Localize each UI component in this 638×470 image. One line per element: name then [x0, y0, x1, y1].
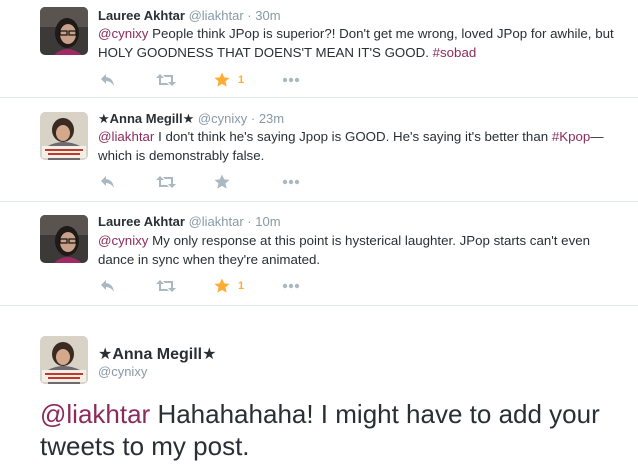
user-name[interactable]: ★Anna Megill★ [98, 111, 194, 126]
more-icon [282, 179, 300, 185]
mention-link[interactable]: @cynixy [98, 26, 148, 41]
tweet-text: @liakhtar I don't think he's saying Jpop… [98, 127, 618, 165]
favorite-count: 1 [238, 280, 245, 292]
tweet-text: @liakhtar Hahahahaha! I might have to ad… [40, 398, 620, 462]
tweet-text: @cynixy My only response at this point i… [98, 231, 618, 269]
reply-icon [101, 280, 114, 292]
avatar[interactable] [40, 336, 88, 384]
retweet-button[interactable] [156, 172, 176, 192]
timestamp[interactable]: 30m [255, 8, 280, 23]
user-name[interactable]: Lauree Akhtar [98, 8, 185, 23]
reply-button[interactable] [100, 70, 116, 90]
tweet-text: @cynixy People think JPop is superior?! … [98, 24, 618, 62]
tweet-text-content: My only response at this point is hyster… [98, 233, 591, 267]
tweet[interactable]: ★Anna Megill★ @cynixy · 23m @liakhtar I … [0, 98, 638, 202]
tweet-text-content: I don't think he's saying Jpop is GOOD. … [154, 129, 552, 144]
favorite-icon [214, 72, 230, 87]
timestamp[interactable]: 10m [255, 214, 280, 229]
avatar[interactable] [40, 7, 88, 55]
separator: · [247, 214, 252, 229]
timestamp[interactable]: 23m [259, 111, 284, 126]
reply-button[interactable] [100, 172, 116, 192]
favorite-count: 1 [238, 74, 245, 86]
more-icon [282, 77, 300, 83]
favorite-button[interactable]: 1 [214, 276, 244, 296]
retweet-button[interactable] [156, 70, 176, 90]
focused-tweet[interactable]: ★Anna Megill★ @cynixy @liakhtar Hahahaha… [0, 306, 638, 470]
user-handle[interactable]: @liakhtar [189, 214, 244, 229]
retweet-icon [156, 280, 176, 292]
favorite-button[interactable]: 1 [214, 70, 244, 90]
tweet-header: Lauree Akhtar @liakhtar · 30m [98, 8, 281, 23]
user-handle[interactable]: @cynixy [98, 364, 147, 379]
favorite-button[interactable] [214, 172, 230, 192]
mention-link[interactable]: @liakhtar [98, 129, 154, 144]
avatar[interactable] [40, 215, 88, 263]
favorite-icon [214, 278, 230, 293]
tweet[interactable]: Lauree Akhtar @liakhtar · 10m @cynixy My… [0, 202, 638, 306]
retweet-button[interactable] [156, 276, 176, 296]
user-handle[interactable]: @liakhtar [189, 8, 244, 23]
separator: · [250, 111, 256, 126]
avatar[interactable] [40, 112, 88, 160]
tweet-text-content: People think JPop is superior?! Don't ge… [98, 26, 614, 60]
more-button[interactable] [282, 172, 300, 192]
retweet-icon [156, 176, 176, 188]
mention-link[interactable]: @liakhtar [40, 399, 150, 429]
more-button[interactable] [282, 276, 300, 296]
reply-button[interactable] [100, 276, 116, 296]
separator: · [247, 8, 252, 23]
more-button[interactable] [282, 70, 300, 90]
hashtag-link[interactable]: #sobad [433, 45, 477, 60]
tweet-header: Lauree Akhtar @liakhtar · 10m [98, 214, 281, 229]
favorite-icon [214, 174, 230, 189]
tweet-header: ★Anna Megill★ @cynixy · 23m [98, 111, 284, 127]
mention-link[interactable]: @cynixy [98, 233, 148, 248]
tweet[interactable]: Lauree Akhtar @liakhtar · 30m @cynixy Pe… [0, 0, 638, 98]
user-handle[interactable]: @cynixy [198, 111, 247, 126]
user-name[interactable]: ★Anna Megill★ [98, 344, 216, 364]
reply-icon [101, 176, 114, 188]
reply-icon [101, 74, 114, 86]
hashtag-link[interactable]: #Kpop [552, 129, 590, 144]
user-name[interactable]: Lauree Akhtar [98, 214, 185, 229]
retweet-icon [156, 74, 176, 86]
more-icon [282, 283, 300, 289]
